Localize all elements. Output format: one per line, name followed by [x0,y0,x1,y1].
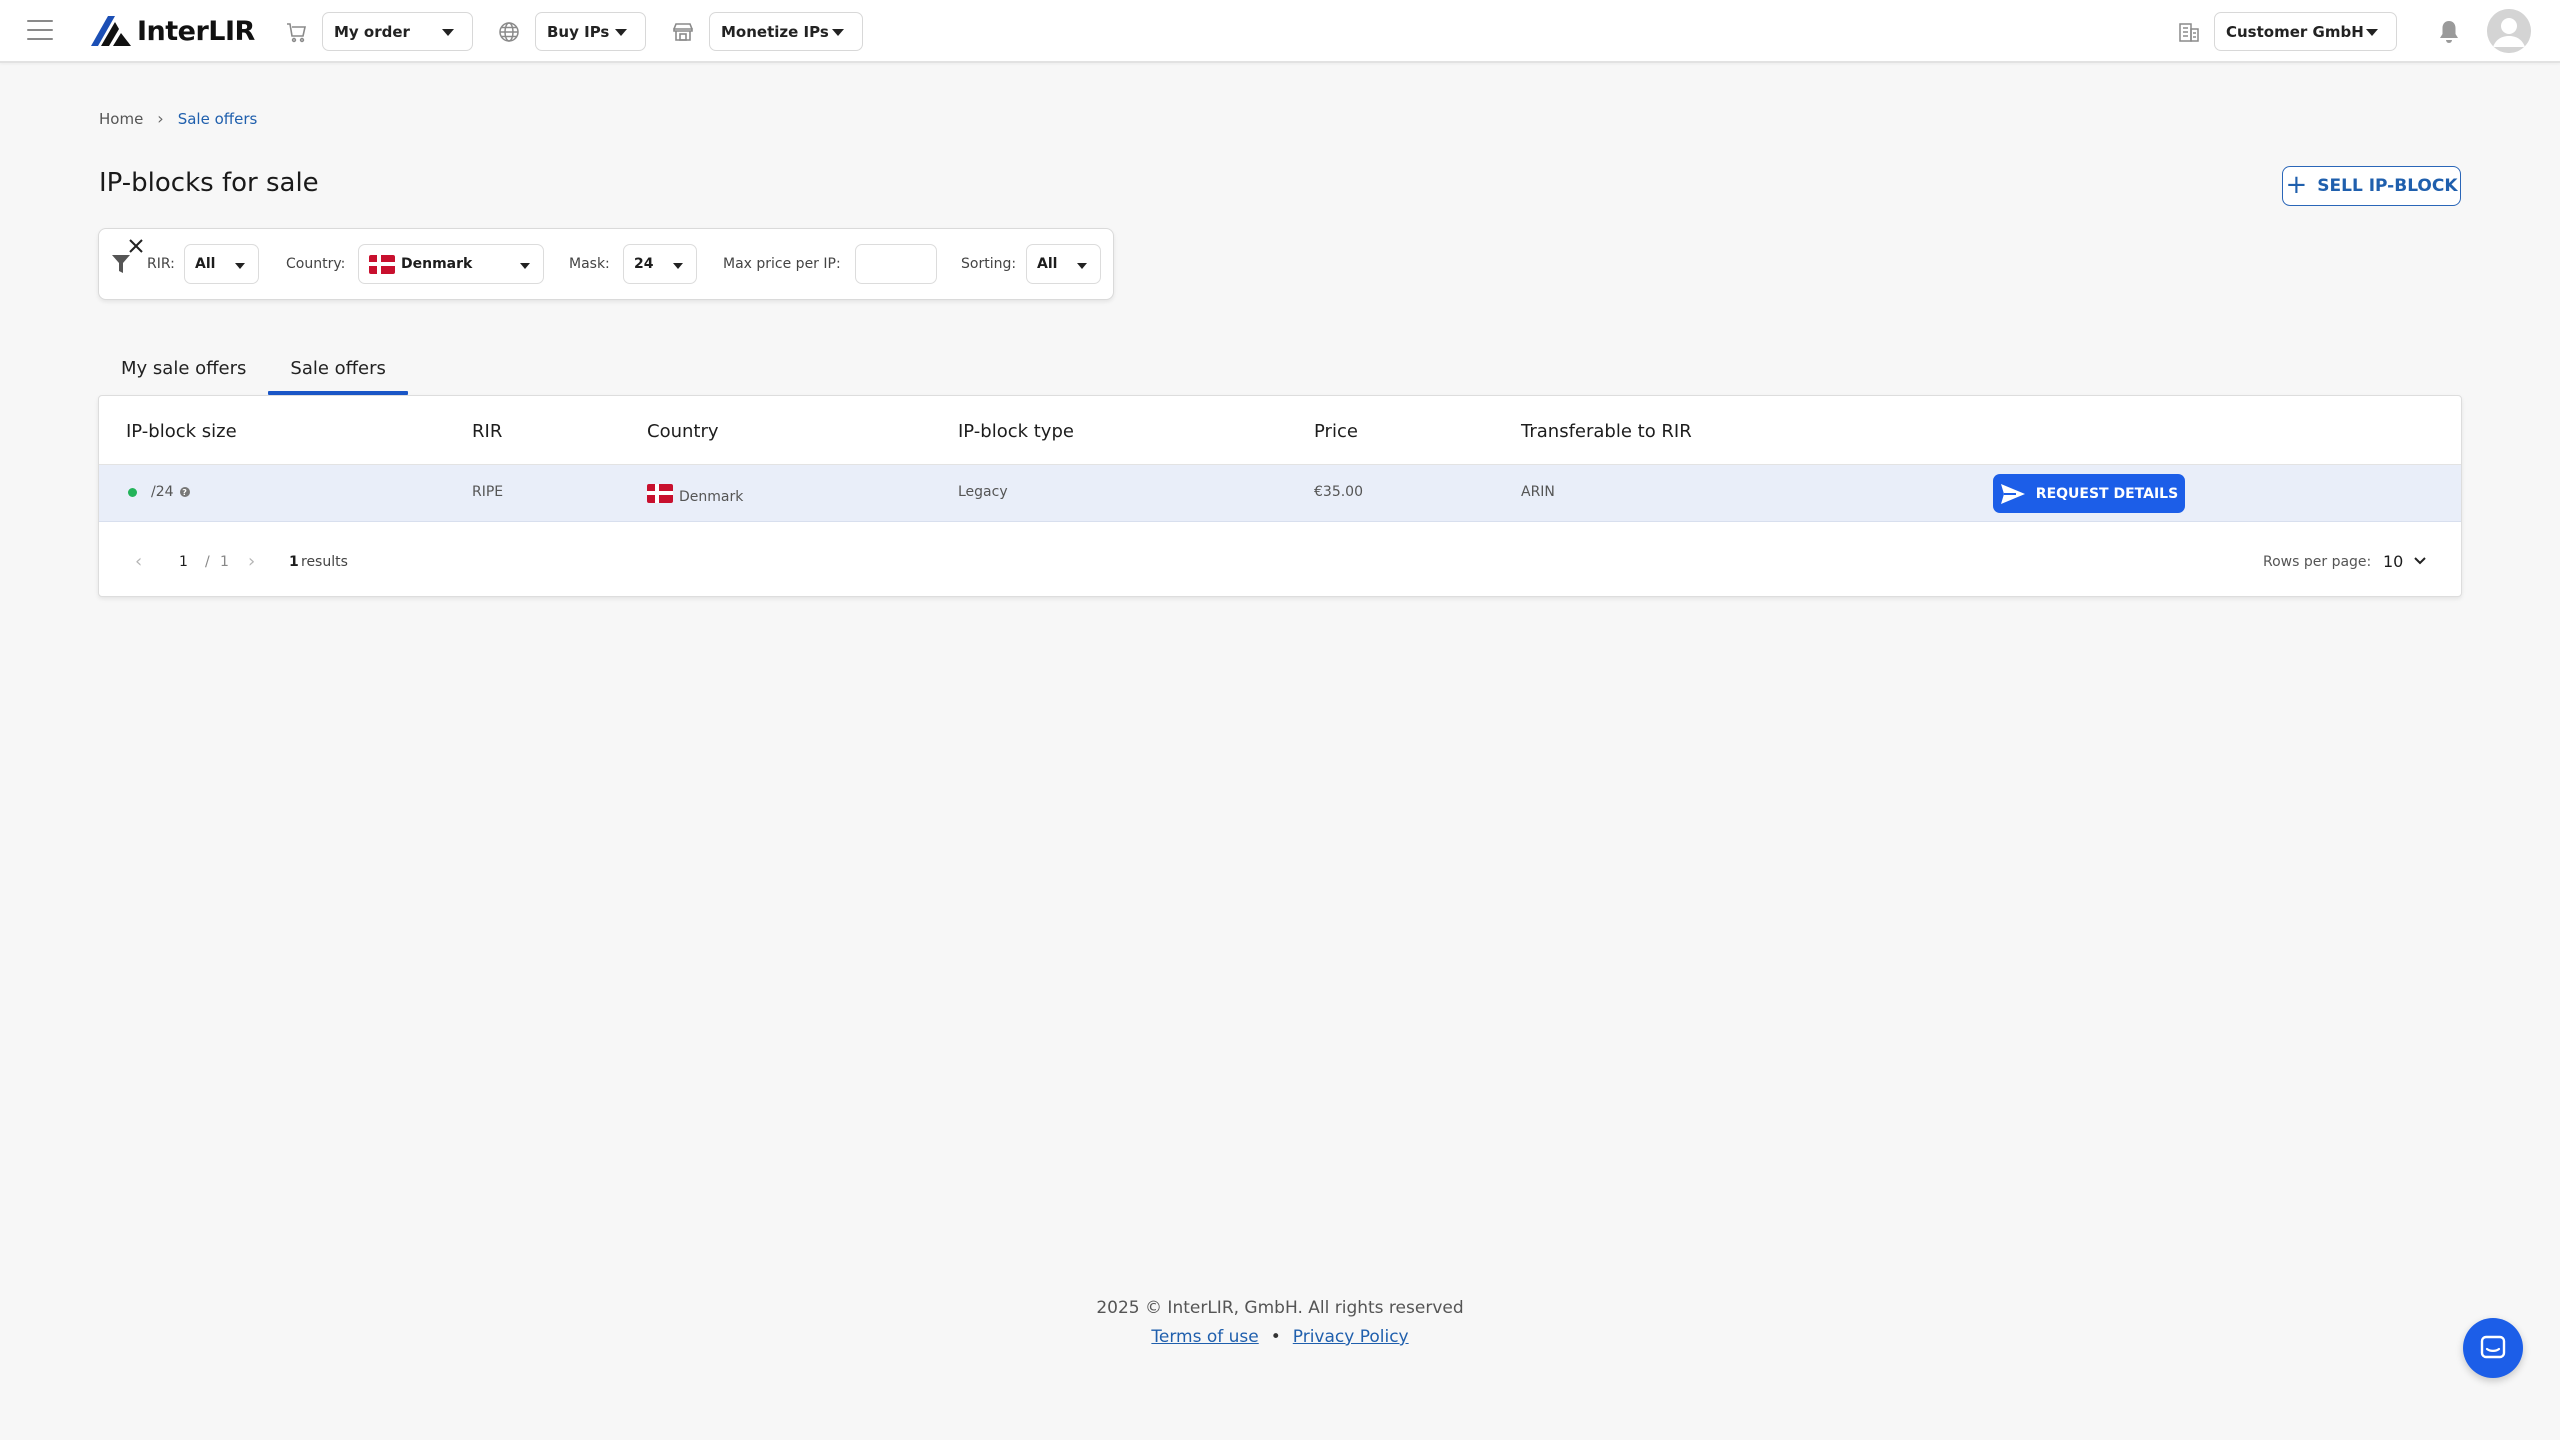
page-title: IP-blocks for sale [99,168,319,198]
sorting-filter-value: All [1037,256,1058,272]
request-details-button[interactable]: REQUEST DETAILS [1993,474,2185,513]
menu-icon[interactable] [27,20,53,42]
rir-filter-label: RIR: [147,256,175,272]
chevron-down-icon [2414,557,2427,565]
table-row[interactable]: /24 ? RIPE Denmark Legacy €35.00 ARIN RE… [99,465,2461,522]
status-dot-icon [128,487,137,497]
chat-button[interactable] [2463,1318,2523,1378]
nav-buy-ips-label: Buy IPs [547,22,610,41]
building-icon [2177,20,2201,44]
send-icon [2000,483,2025,504]
current-page: 1 [179,554,188,570]
cell-rir: RIPE [472,484,504,500]
nav-buy-ips[interactable]: Buy IPs [535,12,646,51]
bell-icon[interactable] [2437,19,2461,45]
chevron-left-icon[interactable]: ‹ [135,551,142,572]
breadcrumb-home[interactable]: Home [99,110,143,128]
cell-price: €35.00 [1314,484,1363,500]
breadcrumb-current[interactable]: Sale offers [178,110,258,128]
pagination: ‹ 1 / 1 › 1 results Rows per page: 10 [99,522,2461,596]
breadcrumb: Home › Sale offers [99,109,257,128]
table-header: IP-block size RIR Country IP-block type … [99,396,2461,465]
country-name: Denmark [679,489,744,505]
nav-monetize-ips[interactable]: Monetize IPs [709,12,863,51]
chevron-down-icon [673,263,683,269]
filter-icon [112,255,130,273]
terms-of-use-link[interactable]: Terms of use [1151,1327,1258,1347]
chevron-right-icon: › [157,109,164,128]
total-pages: 1 [220,554,229,570]
sell-ip-block-label: SELL IP-BLOCK [2317,176,2458,196]
chevron-down-icon [442,29,454,36]
request-details-label: REQUEST DETAILS [2035,485,2179,502]
nav-my-order[interactable]: My order [322,12,473,51]
chevron-down-icon [235,263,245,269]
sell-ip-block-button[interactable]: + SELL IP-BLOCK [2282,166,2461,206]
rir-filter-select[interactable]: All [184,244,259,284]
plus-icon: + [2285,170,2308,200]
filter-panel: RIR: All Country: Denmark Mask: 24 Max p… [98,228,1114,300]
close-icon[interactable] [128,238,144,254]
country-filter-value: Denmark [401,256,473,272]
sorting-filter-select[interactable]: All [1026,244,1101,284]
brand-name: InterLIR [137,15,255,47]
company-name: Customer GmbH [2226,22,2364,41]
column-header-rir: RIR [472,421,503,442]
privacy-policy-link[interactable]: Privacy Policy [1293,1327,1409,1347]
mask-filter-value: 24 [634,256,654,272]
cell-type: Legacy [958,484,1008,500]
nav-monetize-ips-label: Monetize IPs [721,22,829,41]
denmark-flag-icon [647,483,673,503]
store-icon [671,20,695,44]
chevron-down-icon [2366,29,2378,36]
brand-logo-icon [91,16,131,46]
column-header-price: Price [1314,421,1358,442]
rows-per-page-value: 10 [2383,551,2404,571]
results-label: results [301,554,348,570]
results-count: 1 [289,554,299,570]
rows-per-page-select[interactable]: 10 [2383,548,2439,574]
mask-filter-label: Mask: [569,256,610,272]
cart-icon [284,20,308,44]
company-selector[interactable]: Customer GmbH [2214,12,2397,51]
sale-offers-table: IP-block size RIR Country IP-block type … [98,395,2462,597]
footer-copyright: 2025 © InterLIR, GmbH. All rights reserv… [1096,1298,1464,1318]
tab-my-sale-offers[interactable]: My sale offers [99,341,268,395]
sorting-filter-label: Sorting: [961,256,1017,272]
chat-icon [2480,1335,2506,1359]
mask-filter-select[interactable]: 24 [623,244,697,284]
chevron-right-icon[interactable]: › [248,551,255,572]
chevron-down-icon [1077,263,1087,269]
chevron-down-icon [832,29,844,36]
column-header-size: IP-block size [126,421,237,442]
max-price-label: Max price per IP: [723,256,841,272]
country-filter-label: Country: [286,256,346,272]
brand-logo[interactable]: InterLIR [91,15,255,47]
avatar[interactable] [2487,9,2531,53]
column-header-country: Country [647,421,719,442]
cell-country: Denmark [647,481,743,505]
chevron-down-icon [520,263,530,269]
ip-block-size: /24 [151,484,174,500]
max-price-input[interactable] [855,244,937,284]
nav-my-order-label: My order [334,22,410,41]
globe-icon [497,20,521,44]
top-bar: InterLIR My order Buy IPs Monetize IPs C… [0,0,2560,63]
country-filter-select[interactable]: Denmark [358,244,544,284]
cell-size: /24 ? [128,484,190,500]
help-icon[interactable]: ? [179,487,190,497]
user-icon [2487,9,2531,53]
tab-sale-offers[interactable]: Sale offers [268,341,408,395]
footer-bullet: • [1270,1327,1281,1347]
rows-per-page-label: Rows per page: [2263,554,2372,570]
column-header-transferable: Transferable to RIR [1521,421,1692,442]
tab-bar: My sale offers Sale offers [99,341,408,395]
cell-transferable: ARIN [1521,484,1555,500]
denmark-flag-icon [369,254,395,274]
column-header-type: IP-block type [958,421,1074,442]
footer-links: Terms of use • Privacy Policy [0,1327,2560,1347]
rir-filter-value: All [195,256,216,272]
chevron-down-icon [615,29,627,36]
page-separator: / [205,554,210,570]
